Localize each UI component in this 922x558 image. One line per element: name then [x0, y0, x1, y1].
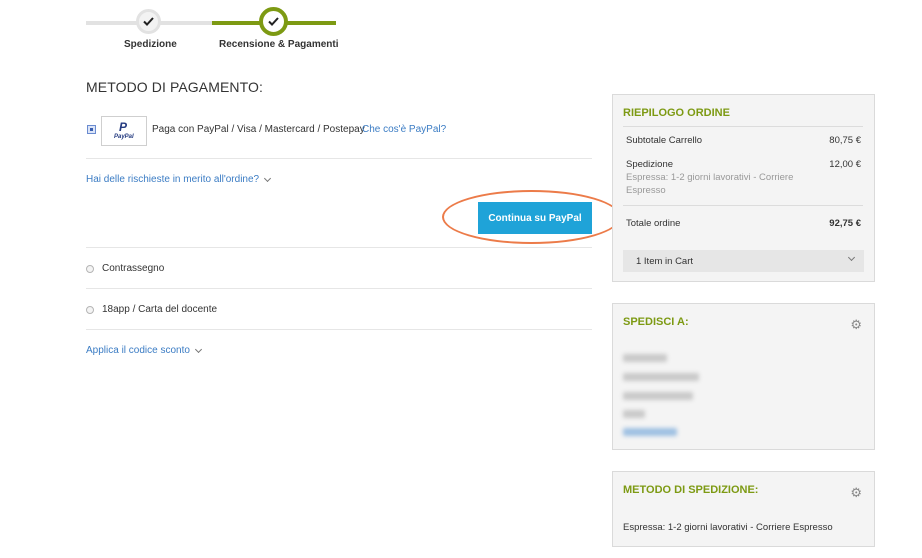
paypal-p-icon: P: [119, 120, 128, 134]
paypal-logo: P PayPal: [101, 116, 147, 146]
payment-option-cod[interactable]: Contrassegno: [86, 263, 164, 274]
shipping-method-title: METODO DI SPEDIZIONE:: [623, 484, 759, 496]
redacted-phone-link[interactable]: [623, 428, 677, 436]
redacted-address-line: [623, 410, 645, 418]
paypal-radio[interactable]: [87, 125, 96, 134]
cart-items-toggle[interactable]: 1 Item in Cart: [623, 250, 864, 272]
divider: [86, 247, 592, 248]
total-value: 92,75 €: [829, 218, 861, 229]
subtotal-value: 80,75 €: [829, 135, 861, 146]
paypal-info-link[interactable]: Che cos'è PayPal?: [362, 124, 446, 135]
step-label-shipping[interactable]: Spedizione: [124, 39, 177, 50]
18app-radio[interactable]: [86, 305, 94, 314]
step-shipping-indicator[interactable]: [136, 9, 161, 34]
paypal-logo-text: PayPal: [114, 134, 134, 140]
shipping-method-panel: METODO DI SPEDIZIONE: ⚙ Espressa: 1-2 gi…: [612, 471, 875, 547]
ship-to-panel: SPEDISCI A: ⚙: [612, 303, 875, 450]
shipping-value: 12,00 €: [829, 159, 861, 170]
ship-to-title: SPEDISCI A:: [623, 316, 689, 328]
redacted-address-line: [623, 373, 699, 381]
check-icon: [268, 17, 279, 26]
order-summary-title: RIEPILOGO ORDINE: [623, 107, 730, 119]
discount-code-toggle[interactable]: Applica il codice sconto: [86, 345, 202, 356]
shipping-method-value: Espressa: 1-2 giorni lavorativi - Corrie…: [623, 522, 833, 533]
order-requests-link[interactable]: Hai delle rischieste in merito all'ordin…: [86, 174, 259, 185]
cart-items-label[interactable]: 1 Item in Cart: [636, 256, 693, 267]
chevron-down-icon: [847, 253, 856, 262]
subtotal-label: Subtotale Carrello: [626, 135, 703, 146]
redacted-address-line: [623, 354, 667, 362]
paypal-description: Paga con PayPal / Visa / Mastercard / Po…: [152, 124, 365, 135]
redacted-address-line: [623, 392, 693, 400]
continue-paypal-button[interactable]: Continua su PayPal: [478, 202, 592, 234]
check-icon: [143, 17, 154, 26]
discount-code-link[interactable]: Applica il codice sconto: [86, 345, 190, 356]
cod-label[interactable]: Contrassegno: [102, 263, 164, 274]
payment-method-title: METODO DI PAGAMENTO:: [86, 79, 264, 95]
divider: [86, 158, 592, 159]
divider: [623, 126, 863, 127]
total-label: Totale ordine: [626, 218, 681, 229]
step-label-review: Recensione & Pagamenti: [219, 39, 339, 50]
shipping-note: Espressa: 1-2 giorni lavorativi - Corrie…: [626, 172, 794, 196]
divider: [86, 329, 592, 330]
payment-option-18app[interactable]: 18app / Carta del docente: [86, 304, 217, 315]
divider: [86, 288, 592, 289]
checkout-progress: Spedizione Recensione & Pagamenti: [86, 7, 339, 56]
shipping-label: Spedizione: [626, 159, 674, 170]
step-review-indicator: [259, 7, 288, 36]
gear-icon[interactable]: ⚙: [850, 317, 862, 333]
paypal-option[interactable]: P PayPal Paga con PayPal / Visa / Master…: [86, 116, 592, 146]
order-summary-panel: RIEPILOGO ORDINE Subtotale Carrello 80,7…: [612, 94, 875, 282]
order-requests-toggle[interactable]: Hai delle rischieste in merito all'ordin…: [86, 174, 272, 185]
cod-radio[interactable]: [86, 264, 94, 273]
divider: [623, 205, 863, 206]
chevron-down-icon: [264, 174, 272, 182]
18app-label[interactable]: 18app / Carta del docente: [102, 304, 217, 315]
chevron-down-icon: [194, 345, 202, 353]
gear-icon[interactable]: ⚙: [850, 485, 862, 501]
